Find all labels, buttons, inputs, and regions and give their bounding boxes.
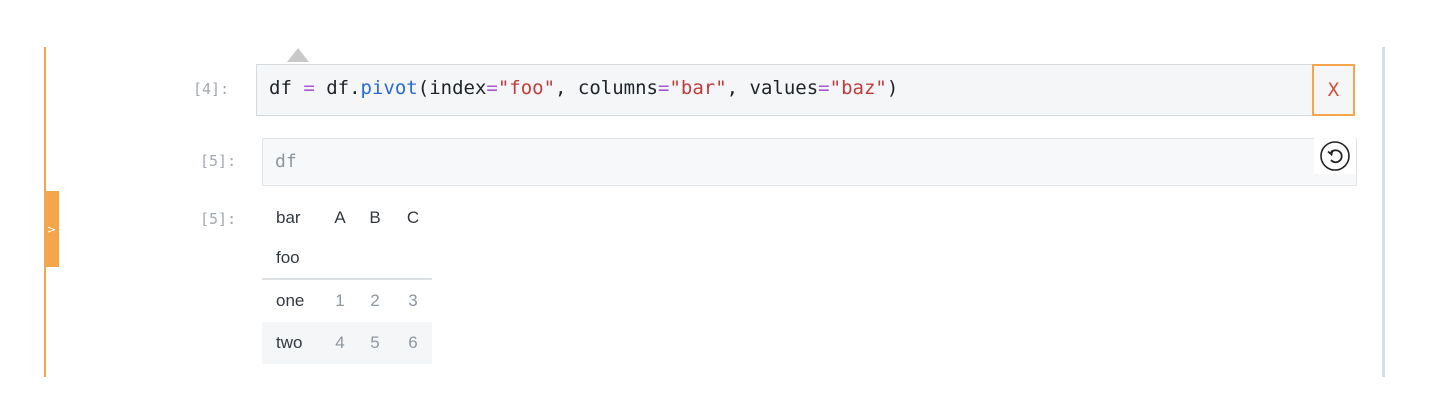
cell-prompt: [4]: [193, 80, 230, 98]
code-cell-editor[interactable]: df [262, 138, 1357, 186]
code-token: df [269, 77, 304, 99]
undo-button[interactable] [1314, 138, 1356, 174]
delete-cell-button[interactable]: X [1312, 64, 1355, 116]
code-token: "foo" [497, 77, 556, 99]
code-token: "bar" [669, 77, 727, 99]
code-token: , values [726, 77, 819, 99]
cell-prompt: [5]: [200, 152, 237, 170]
code-token: , columns [555, 77, 658, 99]
table-cell: 6 [408, 333, 418, 352]
column-header: C [406, 208, 420, 227]
code-token: "baz" [829, 77, 887, 99]
undo-icon [1320, 141, 1350, 171]
row-index: one [276, 291, 305, 310]
table-cell: 1 [335, 291, 345, 310]
output-prompt: [5]: [200, 210, 237, 228]
close-icon: X [1327, 79, 1340, 101]
chevron-right-icon: > [46, 222, 57, 236]
caret-up-icon [287, 48, 309, 62]
dataframe-output-table: bar A B C foo one 1 2 3 two 4 5 6 [262, 198, 432, 364]
table-row: one 1 2 3 [262, 280, 432, 322]
code-token: = [486, 77, 498, 99]
cell-group-right-border [1382, 47, 1385, 377]
code-token: = [303, 77, 315, 99]
row-index: two [276, 333, 303, 352]
index-name-header: foo [276, 248, 300, 267]
table-cell: 5 [370, 333, 380, 352]
code-text[interactable]: df [275, 151, 297, 172]
code-token: ) [886, 77, 899, 99]
table-cell: 2 [370, 291, 380, 310]
code-token: (index [417, 77, 487, 99]
code-cell-editor[interactable]: df = df.pivot(index="foo", columns="bar"… [256, 64, 1355, 116]
code-token: pivot [360, 77, 418, 99]
collapse-toggle[interactable]: > [44, 191, 59, 267]
columns-name-header: bar [276, 208, 301, 227]
column-header: A [334, 208, 346, 227]
code-token: = [658, 77, 670, 99]
table-cell: 4 [335, 333, 345, 352]
code-token: = [818, 77, 830, 99]
table-row: two 4 5 6 [262, 322, 432, 364]
code-token: df. [314, 77, 361, 99]
table-cell: 3 [408, 291, 418, 310]
code-text[interactable]: df = df.pivot(index="foo", columns="bar"… [269, 77, 898, 99]
column-header: B [369, 208, 381, 227]
